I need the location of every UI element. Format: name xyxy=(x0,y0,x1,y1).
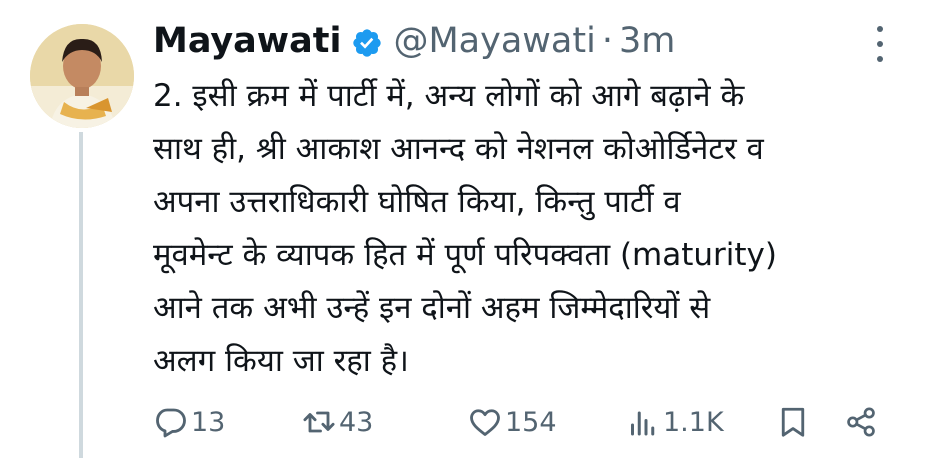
like-button[interactable]: 154 xyxy=(467,402,557,442)
heart-icon xyxy=(470,409,500,436)
tweet-text: 2. इसी क्रम में पार्टी में, अन्य लोगों क… xyxy=(153,70,913,388)
tweet-text-line: साथ ही, श्री आकाश आनन्द को नेशनल कोओर्डि… xyxy=(153,131,764,167)
bookmark-button[interactable] xyxy=(775,402,811,442)
like-count: 154 xyxy=(505,406,557,438)
share-icon xyxy=(847,407,875,437)
separator-dot: · xyxy=(601,21,613,61)
thread-line xyxy=(79,132,83,458)
views-chart-icon xyxy=(631,411,655,436)
views-button[interactable]: 1.1K xyxy=(625,402,724,442)
reply-button[interactable]: 13 xyxy=(153,402,225,442)
repost-count: 43 xyxy=(339,406,374,438)
tweet-text-line: 2. इसी क्रम में पार्टी में, अन्य लोगों क… xyxy=(153,78,745,114)
tweet-header: Mayawati @Mayawati · 3m xyxy=(153,18,675,64)
avatar-image xyxy=(30,24,134,128)
tweet-timestamp[interactable]: 3m xyxy=(619,18,675,64)
author-avatar[interactable] xyxy=(30,24,134,128)
more-options-icon[interactable] xyxy=(872,26,888,62)
bookmark-icon xyxy=(781,407,805,437)
tweet-text-line: आने तक अभी उन्हें इन दोनों अहम जिम्मेदार… xyxy=(153,290,711,326)
author-name[interactable]: Mayawati xyxy=(153,18,341,64)
view-count: 1.1K xyxy=(663,406,724,438)
tweet-actions-bar: 13 43 154 1.1K xyxy=(153,402,893,442)
verified-badge-icon xyxy=(351,25,383,57)
repost-button[interactable]: 43 xyxy=(301,402,373,442)
repost-icon xyxy=(303,411,335,433)
reply-icon xyxy=(156,408,186,438)
tweet-text-line: अपना उत्तराधिकारी घोषित किया, किन्तु पार… xyxy=(153,184,681,220)
tweet-text-line: मूवमेन्ट के व्यापक हित में पूर्ण परिपक्व… xyxy=(153,237,777,273)
share-button[interactable] xyxy=(843,402,879,442)
tweet-text-line: अलग किया जा रहा है। xyxy=(153,343,409,379)
reply-count: 13 xyxy=(191,406,226,438)
author-handle[interactable]: @Mayawati xyxy=(393,18,595,64)
